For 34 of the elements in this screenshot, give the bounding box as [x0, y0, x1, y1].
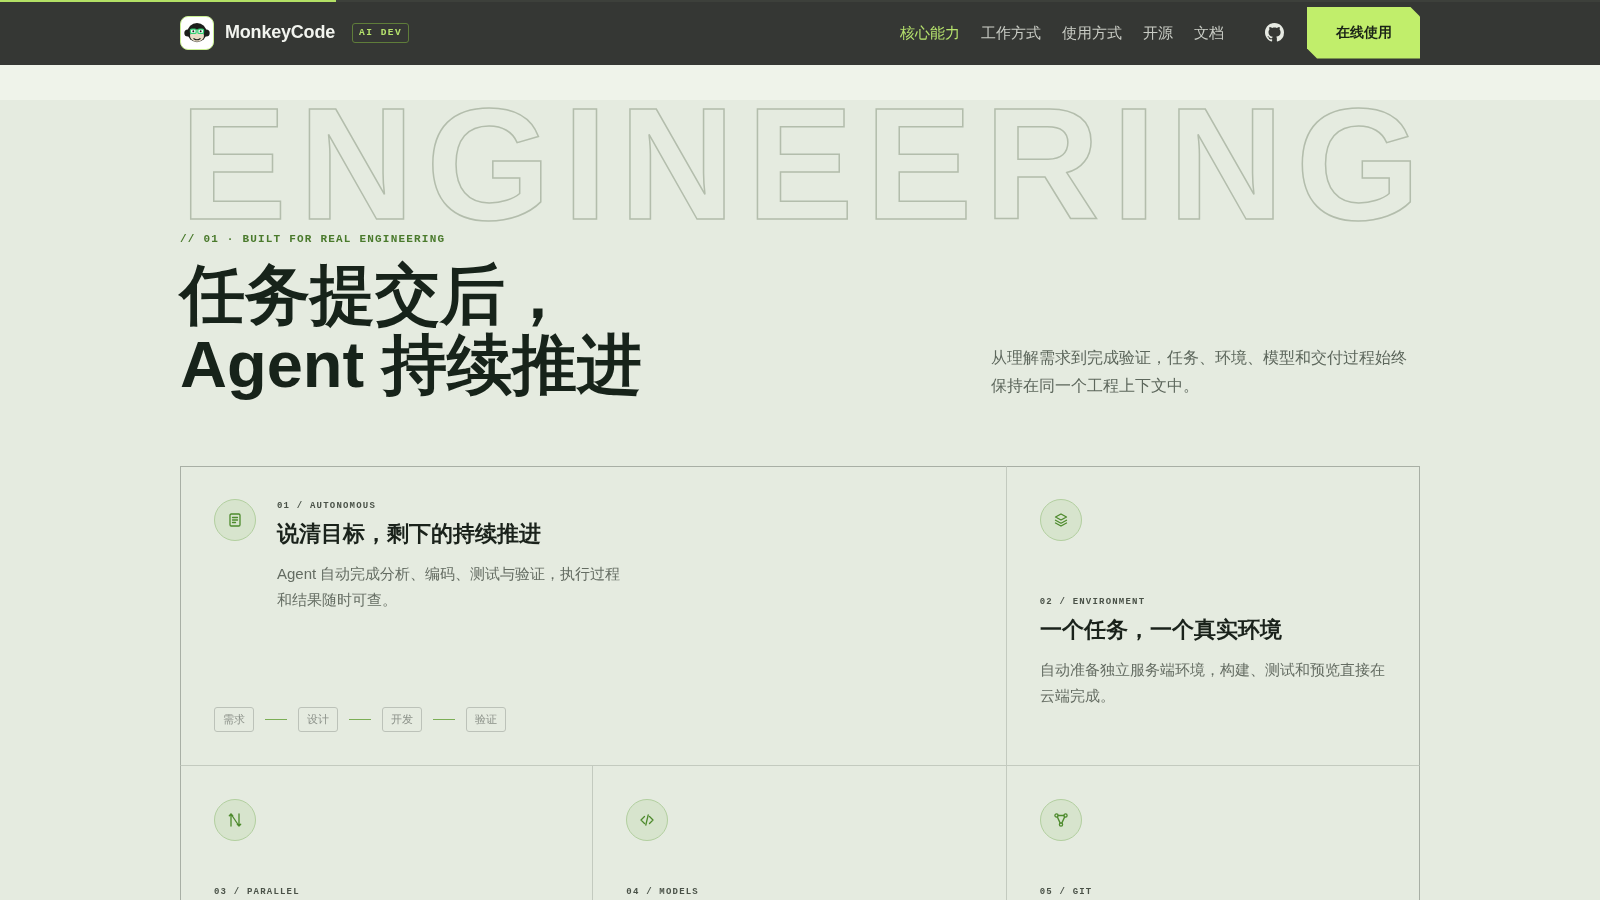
monkey-logo-icon[interactable]	[180, 15, 214, 50]
code-icon	[626, 799, 669, 841]
step-tag: 验证	[466, 707, 506, 732]
card-label: 02 / ENVIRONMENT	[1039, 596, 1146, 609]
nav-link[interactable]: 使用方式	[1062, 22, 1122, 43]
github-icon[interactable]	[1265, 23, 1284, 42]
nav-link[interactable]: 核心能力	[900, 22, 960, 43]
online-use-button[interactable]: 在线使用	[1307, 6, 1420, 59]
card-description: 自动准备独立服务端环境，构建、测试和预览直接在云端完成。	[1039, 660, 1386, 706]
nodes-icon	[1039, 799, 1082, 841]
document-icon	[214, 499, 256, 541]
section-eyebrow: // 01 · BUILT FOR REAL ENGINEERING	[180, 232, 446, 246]
hero-heading: 任务提交后， Agent 持续推进	[180, 260, 643, 400]
step-tag: 设计	[298, 707, 338, 732]
connector-line	[265, 719, 287, 720]
card-label: 03 / PARALLEL	[214, 886, 300, 899]
card-label: 05 / GIT	[1039, 886, 1093, 899]
card-title: 说清目标，剩下的持续推进	[277, 520, 541, 548]
hero-description: 从理解需求到完成验证，任务、环境、模型和交付过程始终保持在同一个工程上下文中。	[991, 348, 1408, 396]
card-label: 01 / AUTONOMOUS	[277, 500, 376, 513]
card-label: 04 / MODELS	[626, 886, 699, 899]
connector-line	[433, 719, 455, 720]
nav-link[interactable]: 开源	[1143, 22, 1173, 43]
brand-name: MonkeyCode	[225, 22, 336, 43]
version-badge: AI DEV	[352, 22, 410, 43]
arrows-icon	[214, 799, 256, 841]
card-title: 一个任务，一个真实环境	[1039, 616, 1282, 644]
step-tag: 开发	[382, 707, 422, 732]
card-description: Agent 自动完成分析、编码、测试与验证，执行过程和结果随时可查。	[277, 564, 622, 610]
nav-link[interactable]: 文档	[1194, 22, 1224, 43]
layers-icon	[1039, 499, 1082, 541]
step-tag: 需求	[214, 707, 254, 732]
connector-line	[349, 719, 371, 720]
nav-link[interactable]: 工作方式	[981, 22, 1041, 43]
